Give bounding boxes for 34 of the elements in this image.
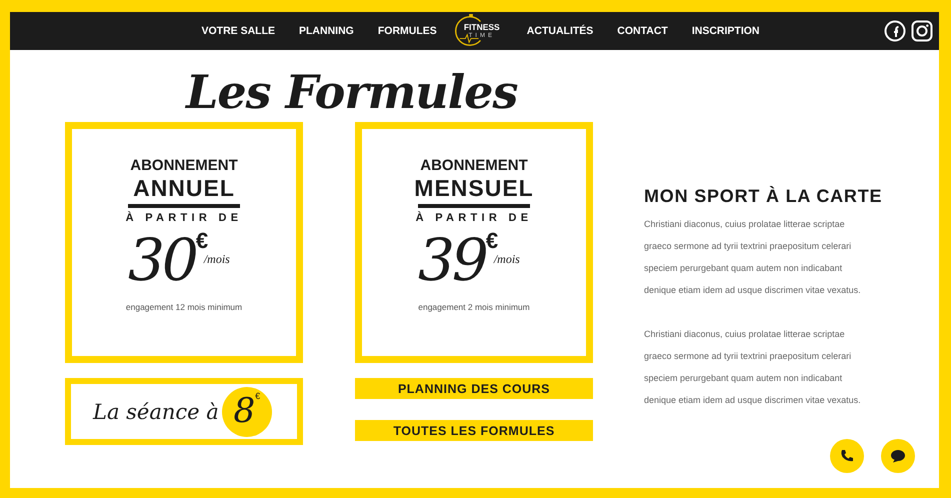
page-title: Les Formules	[186, 64, 518, 121]
currency: €	[486, 230, 500, 252]
chat-bubble-icon	[890, 449, 906, 463]
nav-link[interactable]: FORMULES	[378, 25, 437, 37]
facebook-icon[interactable]	[884, 20, 906, 42]
price-prefix: À PARTIR DE	[416, 212, 532, 224]
plan-name: ANNUEL	[133, 174, 235, 202]
commitment-note: engagement 2 mois minimum	[418, 302, 530, 312]
price: 30	[128, 226, 196, 294]
commitment-note: engagement 12 mois minimum	[126, 302, 242, 312]
nav-link[interactable]: PLANNING	[299, 25, 354, 37]
plan-name: MENSUEL	[414, 174, 534, 202]
section-heading: MON SPORT À LA CARTE	[644, 186, 882, 207]
currency: €	[196, 230, 210, 252]
nav-link[interactable]: INSCRIPTION	[692, 25, 760, 37]
price: 39	[418, 226, 486, 294]
price-prefix: À PARTIR DE	[126, 212, 242, 224]
instagram-icon[interactable]	[911, 20, 933, 42]
price-period: /mois	[494, 252, 520, 267]
price-badge: 8€	[222, 386, 272, 436]
plan-label: ABONNEMENT	[420, 157, 528, 174]
plan-label: ABONNEMENT	[130, 157, 238, 174]
chat-button[interactable]	[881, 439, 915, 473]
phone-icon	[840, 449, 854, 463]
nav-link[interactable]: ACTUALITÉS	[526, 25, 594, 37]
link-button[interactable]: TOUTES LES FORMULES	[355, 420, 593, 441]
phone-button[interactable]	[830, 439, 864, 473]
paragraph: Christiani diaconus, cuius prolatae litterae scriptae graeco sermone ad tyrii textrini praepositum celerari speciem perurgebant quam autem non indicabant denique etiam idem ad usque discrimen vitae vexatus.	[644, 218, 862, 297]
session-label: La séance à	[93, 400, 219, 424]
paragraph: Christiani diaconus, cuius prolatae litterae scriptae graeco sermone ad tyrii textrini praepositum celerari speciem perurgebant quam autem non indicabant denique etiam idem ad usque discrimen vitae vexatus.	[644, 328, 862, 407]
price-period: /mois	[204, 252, 230, 267]
nav-link[interactable]: VOTRE SALLE	[202, 25, 276, 37]
nav-link[interactable]: CONTACT	[617, 25, 668, 37]
link-button[interactable]: PLANNING DES COURS	[355, 378, 593, 399]
